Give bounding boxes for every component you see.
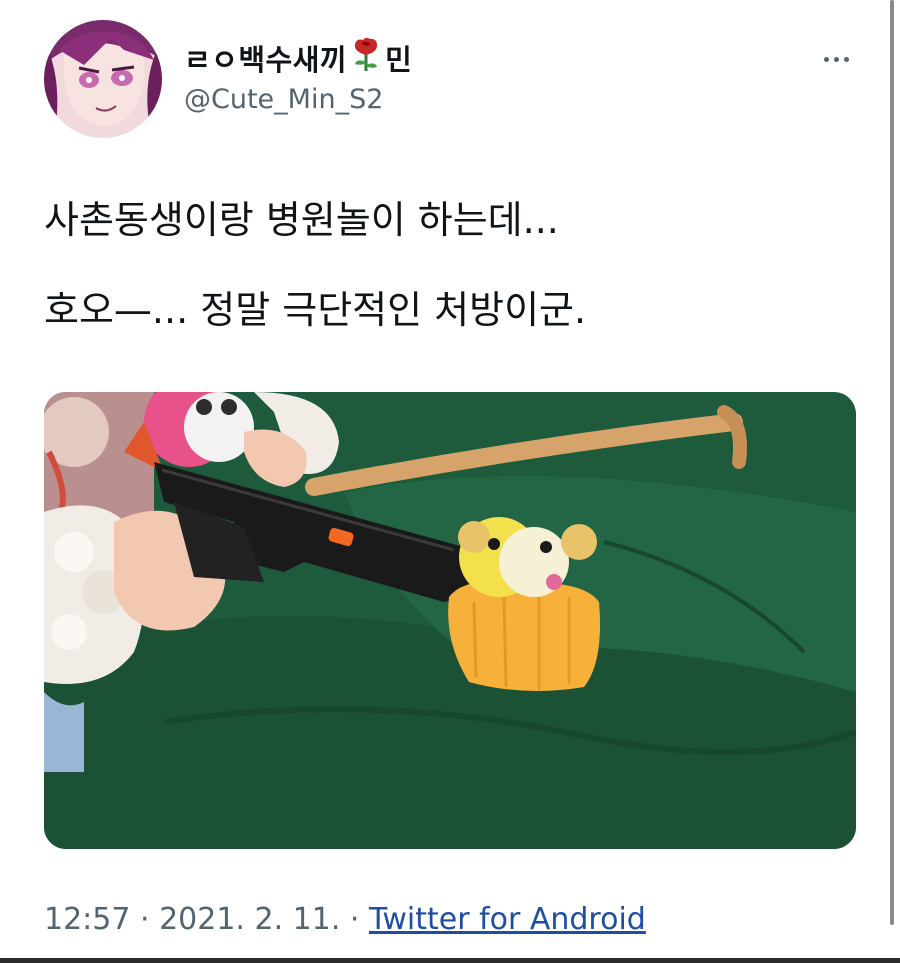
display-name[interactable]: ㄹㅇ백수새끼 민 xyxy=(184,36,412,79)
scrollbar[interactable] xyxy=(890,0,894,925)
tweet-date[interactable]: 2021. 2. 11. xyxy=(159,902,340,937)
more-dot xyxy=(823,56,829,62)
photo-image xyxy=(44,392,856,849)
display-name-suffix: 민 xyxy=(385,42,413,77)
meta-separator: · xyxy=(340,902,369,937)
anime-avatar-image xyxy=(44,20,162,138)
bottom-edge-divider xyxy=(0,958,900,963)
user-handle[interactable]: @Cute_Min_S2 xyxy=(184,84,383,115)
more-dot xyxy=(833,56,839,62)
tweet-time[interactable]: 12:57 xyxy=(44,902,130,937)
more-dot xyxy=(843,56,849,62)
tweet-text-line-2: 호오—... 정말 극단적인 처방이군. xyxy=(44,288,587,332)
display-name-prefix: ㄹㅇ백수새끼 xyxy=(184,42,348,77)
tweet-page: ㄹㅇ백수새끼 민 @Cute_Min_S2 사촌동생이랑 병원놀이 하는데...… xyxy=(0,0,900,963)
tweet-photo[interactable] xyxy=(44,392,856,849)
rose-icon xyxy=(351,36,381,79)
more-options-icon[interactable] xyxy=(818,44,854,74)
tweet-text-line-1: 사촌동생이랑 병원놀이 하는데... xyxy=(44,198,559,242)
tweet-meta: 12:57 · 2021. 2. 11. · Twitter for Andro… xyxy=(44,902,646,937)
meta-separator: · xyxy=(130,902,160,937)
tweet-source-link[interactable]: Twitter for Android xyxy=(369,902,646,937)
user-avatar[interactable] xyxy=(44,20,162,138)
